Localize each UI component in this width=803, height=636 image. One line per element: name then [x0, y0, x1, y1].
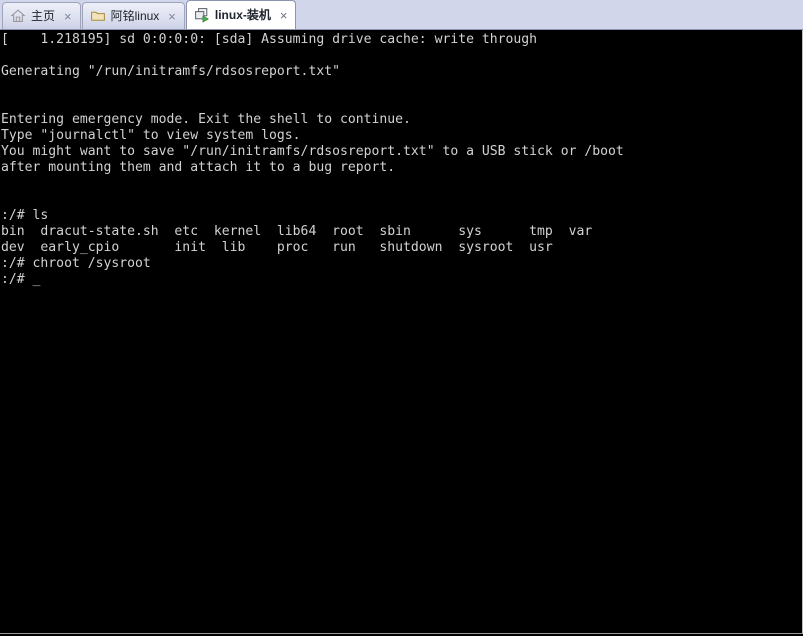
tab-label: 主页	[31, 9, 56, 23]
tab-close-button[interactable]: ×	[164, 10, 178, 23]
terminal-line: :/# ls	[1, 208, 49, 223]
remote-session-icon	[194, 7, 210, 23]
tab-label: linux-装机	[214, 8, 271, 22]
terminal-window: 主页 × 阿铭linux × linux-装机 × [1.218195] sd…	[0, 0, 803, 636]
terminal-line: :/# chroot /sysroot	[1, 256, 151, 271]
tab-close-button[interactable]: ×	[276, 9, 290, 22]
terminal-screen[interactable]: [ 1.218195] sd 0:0:0:0: [sda] Assuming d…	[0, 30, 803, 634]
terminal-line: bin dracut-state.sh etc kernel lib64 roo…	[1, 224, 593, 239]
home-icon	[10, 8, 26, 24]
terminal-line: :/# _	[1, 272, 41, 287]
terminal-output: [ 1.218195] sd 0:0:0:0: [sda] Assuming d…	[1, 32, 624, 288]
folder-icon	[90, 8, 106, 24]
terminal-line: Entering emergency mode. Exit the shell …	[1, 112, 411, 127]
tab-bar: 主页 × 阿铭linux × linux-装机 ×	[0, 0, 803, 30]
tab-close-button[interactable]: ×	[60, 10, 74, 23]
terminal-line: [ 1.218195] sd 0:0:0:0: [sda] Assuming d…	[1, 32, 538, 47]
tab-ameng-linux[interactable]: 阿铭linux ×	[81, 2, 185, 29]
terminal-line: after mounting them and attach it to a b…	[1, 160, 396, 175]
tab-label: 阿铭linux	[110, 9, 160, 23]
terminal-line: You might want to save "/run/initramfs/r…	[1, 144, 624, 159]
terminal-line: Generating "/run/initramfs/rdsosreport.t…	[1, 64, 340, 79]
tab-home[interactable]: 主页 ×	[2, 2, 81, 29]
terminal-line: dev early_cpio init lib proc run shutdow…	[1, 240, 553, 255]
tab-linux-install[interactable]: linux-装机 ×	[185, 0, 297, 29]
terminal-line: Type "journalctl" to view system logs.	[1, 128, 301, 143]
